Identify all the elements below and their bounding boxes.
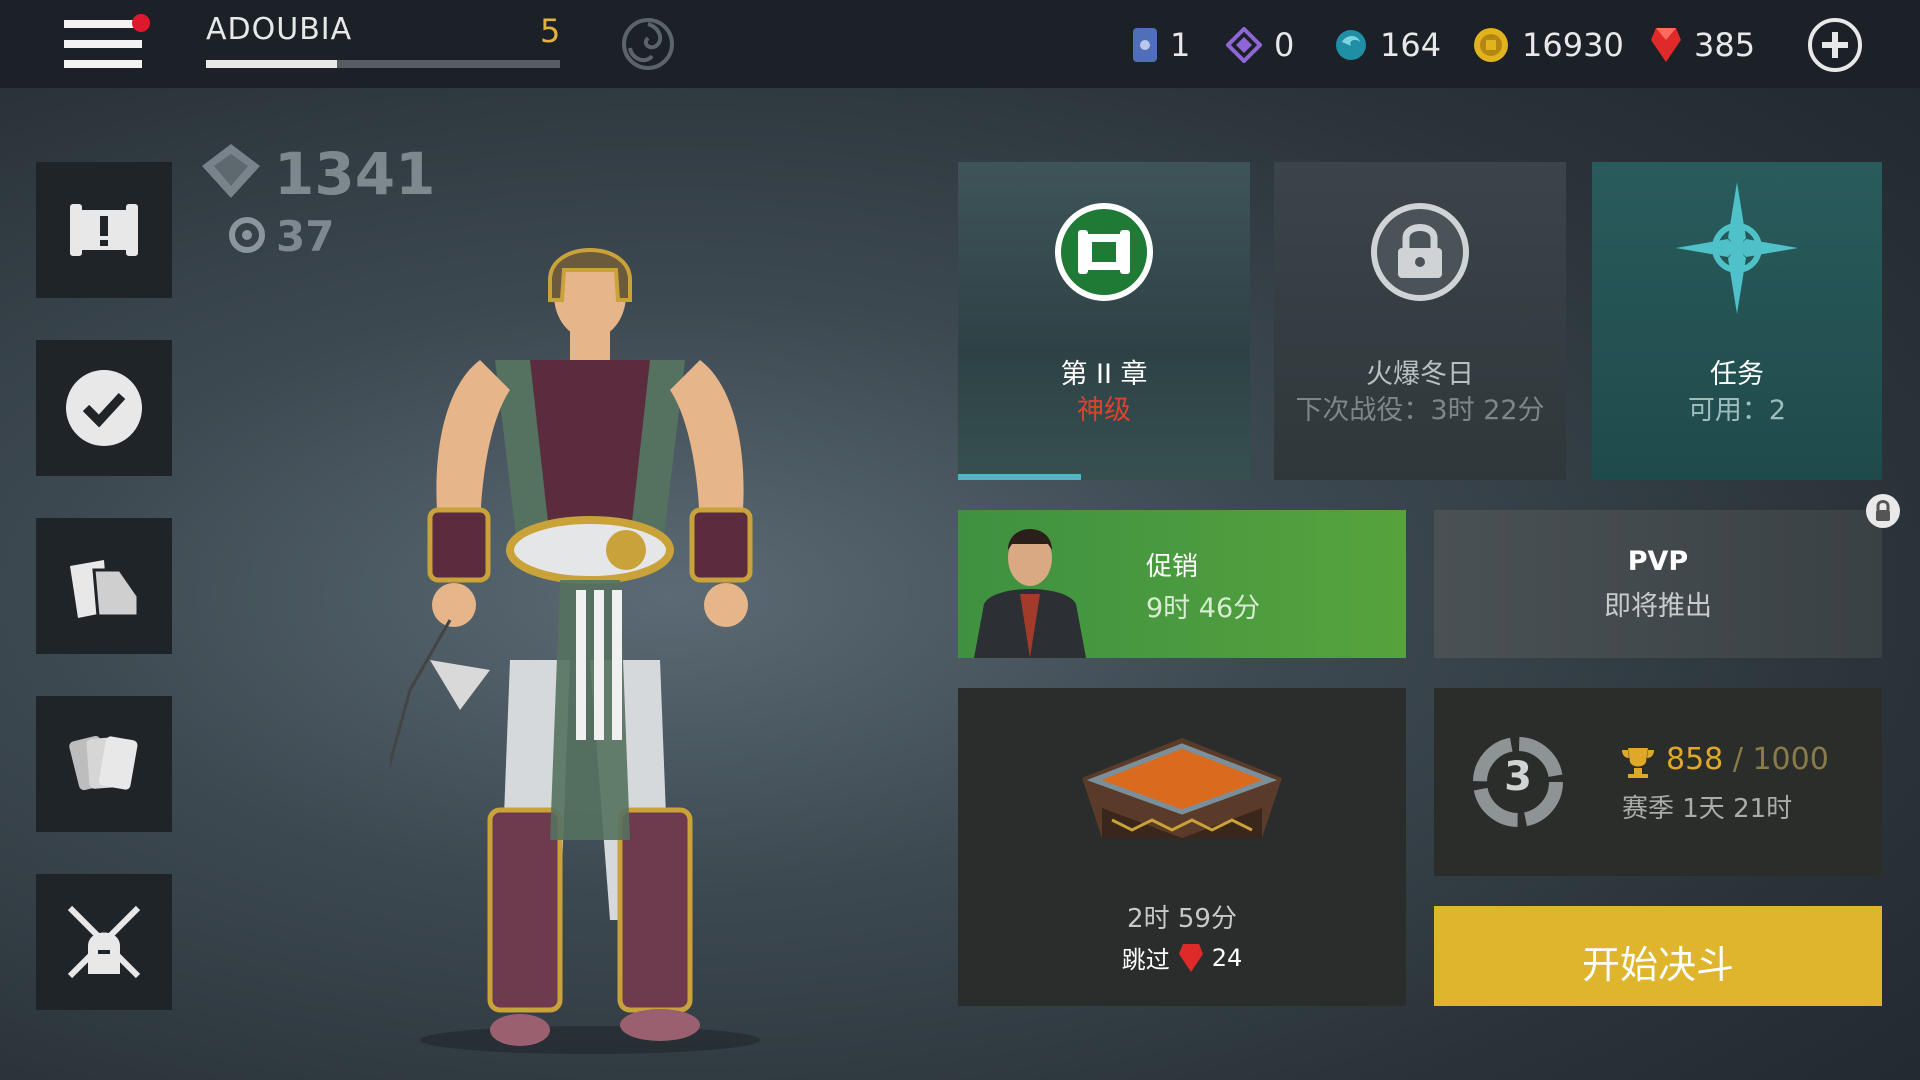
add-currency-button[interactable] [1808,18,1862,72]
xp-progress-bar [206,60,560,68]
winter-next-campaign: 下次战役：3时 22分 [1295,395,1545,426]
gems-value: 385 [1694,26,1756,64]
start-duel-button[interactable]: 开始决斗 [1434,906,1882,1006]
menu-button[interactable] [64,14,150,72]
chapter-difficulty: 神级 [1077,395,1131,426]
promotion-title: 促销 [1146,552,1199,582]
power-icon [202,144,260,198]
season-remaining: 赛季 1天 21时 [1622,794,1793,824]
lock-icon [1371,203,1469,301]
secondary-stat: 37 [276,212,335,261]
promo-character-portrait [974,529,1086,658]
xp-progress-fill [206,60,337,68]
cards-button[interactable] [36,696,172,832]
tickets-value: 1 [1170,26,1191,64]
start-duel-label: 开始决斗 [1581,943,1734,987]
promotion-timer: 9时 46分 [1146,593,1261,624]
skip-label: 跳过 [1121,946,1170,974]
player-name: ADOUBIA [206,12,353,47]
chest-tile[interactable]: 2时 59分 跳过 24 [958,688,1406,1006]
checkmark-icon [66,370,142,446]
cards-icon [69,735,138,791]
season-target: / 1000 [1732,742,1829,777]
top-bar: ADOUBIA 5 1 0 164 16930 385 [0,0,1920,88]
scroll-alert-icon [70,204,138,256]
season-rank: 3 [1504,754,1532,800]
pvp-title: PVP [1627,546,1689,577]
equipment-icon [70,560,140,618]
tickets-counter[interactable]: 1 [1132,20,1190,70]
chapter-title: 第 II 章 [1060,359,1148,390]
coins-counter[interactable]: 16930 [1472,20,1624,70]
refresh-icon [229,217,265,253]
scroll-map-icon [1055,203,1153,301]
pvp-lock-icon [1866,494,1900,528]
crossed-swords-helmet-icon [67,905,141,979]
power-rating: 1341 [274,140,436,208]
season-tile[interactable]: 3 858 / 1000 赛季 1天 21时 [1434,688,1882,876]
gold-coin-icon [1474,28,1508,62]
crystals-counter[interactable]: 0 [1226,20,1294,70]
player-level: 5 [540,12,561,50]
orbs-value: 164 [1380,26,1442,64]
notification-dot [132,14,150,32]
orbs-counter[interactable]: 164 [1334,20,1441,70]
season-score-line: 858 / 1000 [1666,742,1829,777]
red-gem-icon [1178,943,1203,972]
winter-event-title: 火爆冬日 [1366,359,1474,390]
missions-title: 任务 [1710,359,1764,390]
blue-orb-icon [1336,30,1366,60]
achievements-button[interactable] [36,340,172,476]
ticket-icon [1133,28,1157,62]
coins-value: 16930 [1522,26,1624,64]
crystals-value: 0 [1274,26,1295,64]
season-score: 858 [1666,742,1724,777]
purple-crystal-icon [1226,27,1262,63]
gems-counter[interactable]: 385 [1650,20,1755,70]
trophy-icon [1622,748,1654,778]
chest-timer: 2时 59分 [1127,904,1237,934]
red-gem-icon [1651,28,1681,62]
pvp-tile[interactable]: PVP 即将推出 [1434,510,1882,658]
alert-scroll-button[interactable] [36,162,172,298]
missions-available: 可用：2 [1687,395,1787,426]
promotion-tile[interactable]: 促销 9时 46分 [958,510,1406,658]
missions-tile[interactable]: 任务 可用：2 [1592,162,1882,480]
chapter-tile[interactable]: 第 II 章 神级 [958,162,1250,480]
spiral-emblem-icon[interactable] [620,16,676,72]
compass-icon [1676,182,1798,314]
skip-chest-button[interactable]: 跳过 24 [958,940,1406,975]
skip-cost: 24 [1211,943,1243,972]
pvp-status: 即将推出 [1604,591,1712,622]
chapter-progress-bar [958,474,1081,480]
treasure-chest-icon [1082,738,1282,838]
winter-event-tile[interactable]: 火爆冬日 下次战役：3时 22分 [1274,162,1566,480]
battle-button[interactable] [36,874,172,1010]
inventory-button[interactable] [36,518,172,654]
hero-character[interactable] [390,240,790,1060]
